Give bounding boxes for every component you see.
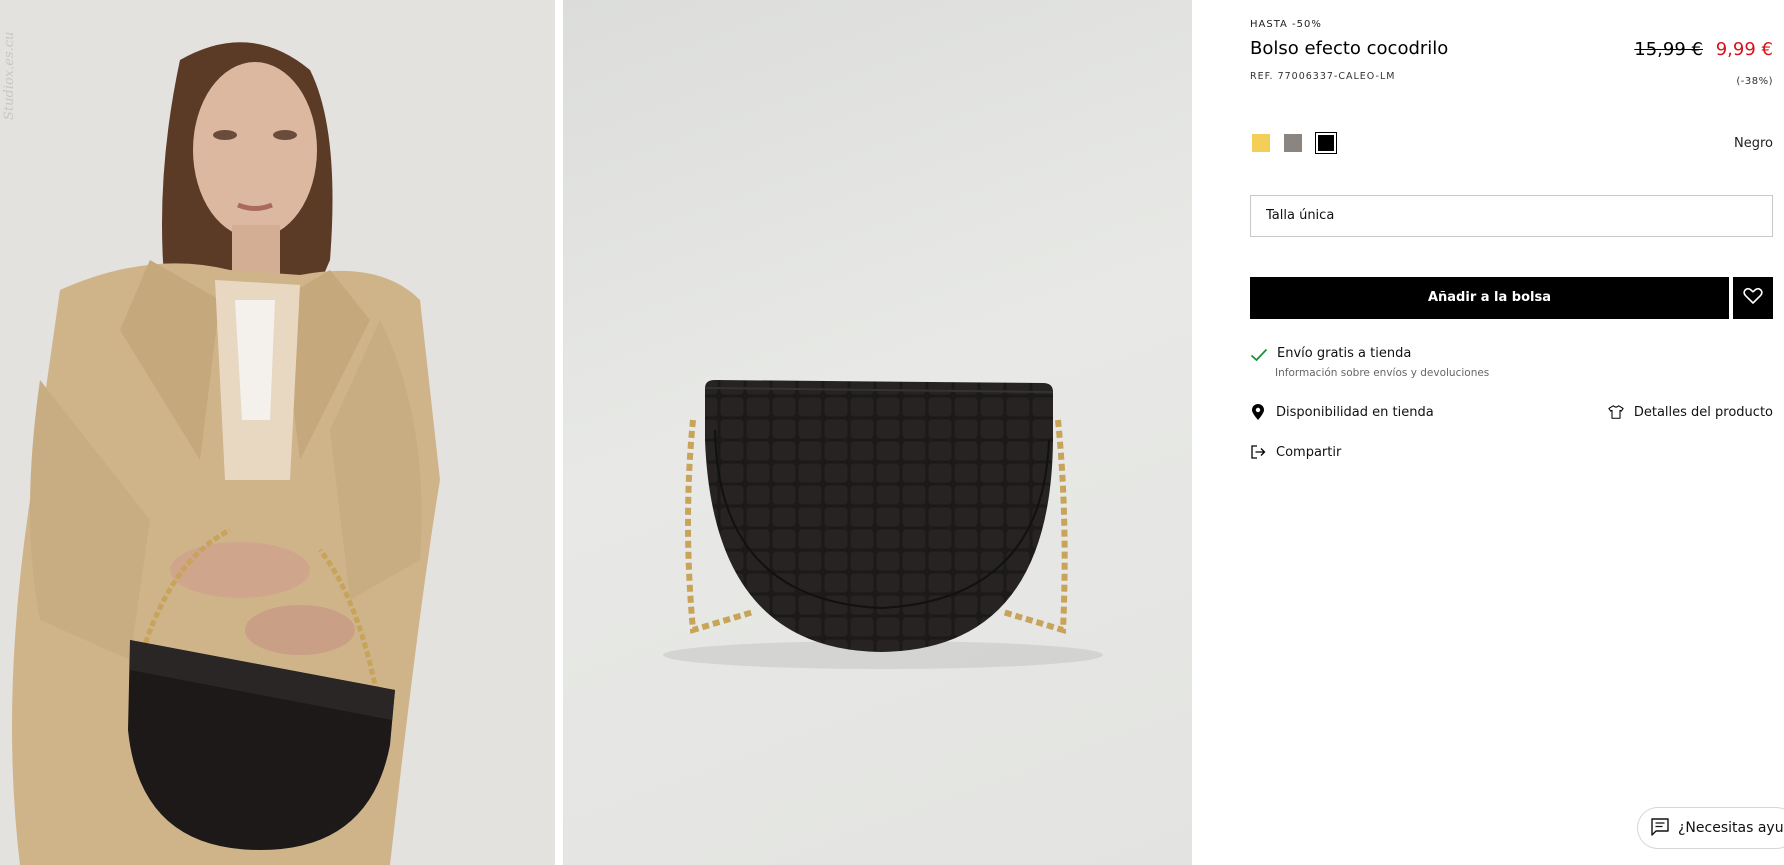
color-swatch-grey[interactable] (1282, 132, 1304, 154)
help-chat-button[interactable]: ¿Necesitas ayuda? (1637, 807, 1784, 849)
color-swatch-black[interactable] (1315, 132, 1337, 154)
share-link[interactable]: Compartir (1250, 444, 1341, 460)
size-value: Talla única (1266, 208, 1335, 223)
add-to-bag-label: Añadir a la bolsa (1427, 290, 1552, 305)
product-details-link[interactable]: Detalles del producto (1608, 404, 1773, 420)
bag-photo[interactable] (563, 0, 1192, 865)
favorite-button[interactable] (1733, 277, 1773, 319)
gallery-divider (555, 0, 563, 865)
watermark-text: Studiox.es.cu (2, 31, 17, 120)
selected-color-name: Negro (1734, 136, 1773, 151)
share-label: Compartir (1276, 444, 1342, 460)
chat-icon (1650, 817, 1670, 840)
product-details-label: Detalles del producto (1633, 404, 1773, 420)
color-swatch-yellow[interactable] (1250, 132, 1272, 154)
promo-label: HASTA -50% (1250, 19, 1322, 30)
original-price: 15,99 € (1634, 39, 1703, 60)
sale-price: 9,99 € (1715, 39, 1773, 60)
store-availability-label: Disponibilidad en tienda (1276, 404, 1434, 420)
store-availability-link[interactable]: Disponibilidad en tienda (1250, 403, 1434, 420)
help-label: ¿Necesitas ayuda? (1678, 820, 1784, 836)
model-photo[interactable]: Studiox.es.cu (0, 0, 555, 865)
free-shipping-label: Envío gratis a tienda (1277, 346, 1412, 361)
add-to-bag-button[interactable]: Añadir a la bolsa (1250, 277, 1729, 319)
check-icon (1250, 347, 1268, 366)
location-pin-icon (1250, 403, 1266, 420)
product-ref: REF. 77006337-CALEO-LM (1250, 71, 1396, 82)
discount-percentage: (-38%) (1736, 76, 1773, 87)
product-title: Bolso efecto cocodrilo (1250, 38, 1449, 59)
share-icon (1250, 444, 1266, 460)
shirt-icon (1608, 404, 1624, 420)
size-selector[interactable]: Talla única (1250, 195, 1773, 237)
heart-icon (1743, 287, 1763, 309)
shipping-info-link[interactable]: Información sobre envíos y devoluciones (1275, 367, 1489, 379)
